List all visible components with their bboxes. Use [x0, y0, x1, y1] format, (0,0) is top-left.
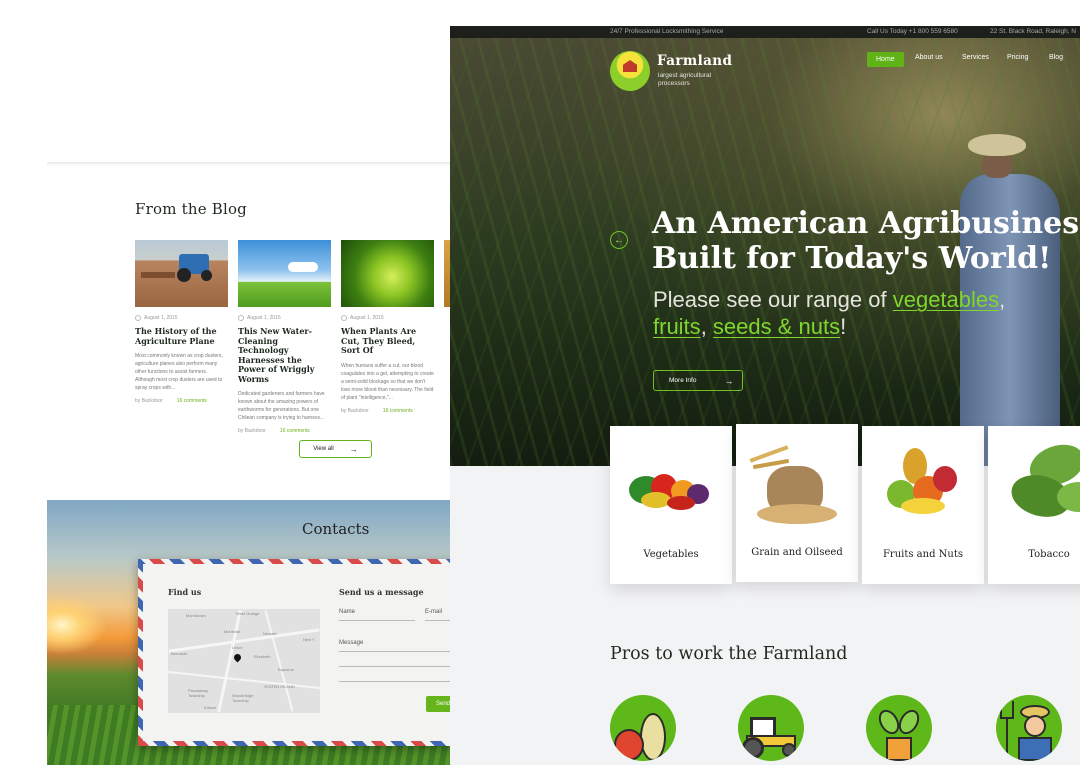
category-label: Grain and Oilseed: [751, 547, 843, 558]
message-field-line: [339, 681, 450, 682]
clock-icon: [135, 315, 141, 321]
farmland-homepage: 24/7 Professional Locksmithing Service C…: [450, 26, 1080, 765]
blog-post-card[interactable]: August 1, 2015 When Plants Are Cut, They…: [341, 240, 434, 414]
post-date: August 1, 2015: [341, 315, 434, 321]
name-field-label: Name: [339, 609, 356, 615]
green-field-image[interactable]: [238, 240, 331, 307]
tobacco-leaves-image: [999, 436, 1080, 531]
farmer-pitchfork-icon: [996, 695, 1062, 761]
fruits-link[interactable]: fruits: [653, 314, 701, 339]
fruits-image: [873, 436, 973, 531]
blog-section: From the Blog August 1, 2015 The History…: [47, 166, 450, 500]
message-field-line: [339, 666, 450, 667]
map-label: Newark: [263, 631, 277, 636]
category-label: Fruits and Nuts: [882, 549, 963, 560]
message-field-label: Message: [339, 640, 364, 646]
view-all-button[interactable]: View all →: [299, 440, 372, 458]
map-label: Montclair: [224, 629, 241, 634]
hero-heading: An American Agribusiness... Built for To…: [652, 206, 1080, 276]
post-date: August 1, 2015: [135, 315, 228, 321]
category-label: Vegetables: [643, 549, 699, 560]
airmail-envelope: Find us Send us a message Morristown Wes…: [138, 559, 450, 746]
post-author[interactable]: by Backdoor: [341, 408, 369, 414]
post-comments[interactable]: 16 comments: [383, 408, 413, 414]
address-text: 22 St. Black Road, Raleigh, N: [990, 28, 1076, 35]
vegetables-image: [621, 436, 721, 531]
top-info-bar: 24/7 Professional Locksmithing Service C…: [450, 26, 1080, 38]
category-card-tobacco[interactable]: Tobacco: [988, 426, 1080, 584]
location-map[interactable]: Morristown West Orange Montclair Newark …: [168, 609, 320, 713]
hero-banner: Farmland largest agricultural processors…: [450, 38, 1080, 466]
pear-apple-icon: [610, 695, 676, 761]
tractor-image[interactable]: [135, 240, 228, 307]
barn-icon: [623, 60, 637, 72]
send-button[interactable]: Send: [426, 696, 450, 712]
clock-icon: [238, 315, 244, 321]
category-card-vegetables[interactable]: Vegetables: [610, 426, 732, 584]
post-author[interactable]: by Backdoor: [238, 428, 266, 434]
map-label: Piscataway Township: [188, 688, 209, 698]
map-label: Woodbridge Township: [232, 693, 254, 703]
brand-name[interactable]: Farmland: [657, 53, 732, 69]
contacts-title: Contacts: [302, 520, 370, 538]
map-label: Edison: [204, 705, 217, 710]
pros-title: Pros to work the Farmland: [610, 644, 848, 664]
service-text: 24/7 Professional Locksmithing Service: [610, 28, 724, 35]
slider-prev-arrow-icon[interactable]: ←: [610, 231, 628, 249]
send-message-label: Send us a message: [339, 587, 424, 597]
sunset-glow: [47, 595, 107, 655]
post-date: August 1, 2015: [238, 315, 331, 321]
nav-pricing[interactable]: Pricing: [1007, 54, 1028, 61]
name-field[interactable]: [339, 620, 415, 621]
more-info-button[interactable]: More Info →: [653, 370, 743, 391]
post-comments[interactable]: 16 comments: [177, 398, 207, 404]
blog-title: From the Blog: [135, 200, 247, 218]
category-label: Tobacco: [1028, 549, 1070, 560]
blog-post-card[interactable]: August 1, 2015 The History of the Agricu…: [135, 240, 228, 404]
message-field[interactable]: [339, 651, 450, 652]
category-card-grain[interactable]: Grain and Oilseed: [736, 424, 858, 582]
brand-tagline: largest agricultural processors: [658, 72, 712, 87]
nav-blog[interactable]: Blog: [1049, 54, 1063, 61]
map-label: Morristown: [186, 613, 206, 618]
post-title-link[interactable]: When Plants Are Cut, They Bleed, Sort Of: [341, 326, 434, 356]
tractor-icon: [738, 695, 804, 761]
post-comments[interactable]: 16 comments: [280, 428, 310, 434]
blog-post-card[interactable]: August 1, 2015 This New Water-Cleaning T…: [238, 240, 331, 434]
post-title-link[interactable]: The History of the Agriculture Plane: [135, 326, 228, 346]
map-label: New Y: [303, 637, 315, 642]
arrow-right-icon: →: [724, 375, 734, 386]
arrow-right-icon: →: [349, 444, 358, 454]
map-label: STATEN ISLAND: [264, 684, 295, 689]
map-label: Bayonne: [278, 667, 294, 672]
potted-plant-icon: [866, 695, 932, 761]
map-label: Elizabeth: [254, 654, 271, 659]
map-label: Bernards: [171, 651, 188, 656]
find-us-label: Find us: [168, 587, 202, 597]
seeds-nuts-link[interactable]: seeds & nuts: [713, 314, 840, 339]
clock-icon: [341, 315, 347, 321]
farmland-logo[interactable]: [610, 51, 650, 91]
post-author[interactable]: by Backdoor: [135, 398, 163, 404]
map-pin-icon[interactable]: [232, 652, 243, 663]
email-field-label: E-mail: [425, 609, 443, 615]
phone-text[interactable]: Call Us Today +1 800 559 6580: [867, 28, 958, 35]
map-label: West Orange: [236, 611, 260, 616]
category-card-fruits[interactable]: Fruits and Nuts: [862, 426, 984, 584]
hero-subheading: Please see our range of vegetables, frui…: [653, 287, 1006, 339]
contacts-section: Contacts Find us Send us a message Morri…: [47, 500, 450, 765]
nav-services[interactable]: Services: [962, 54, 989, 61]
nav-about-us[interactable]: About us: [915, 54, 943, 61]
email-field[interactable]: [425, 620, 450, 621]
post-excerpt: Most commonly known as crop dusters, agr…: [135, 353, 223, 391]
map-label: Union: [232, 645, 243, 650]
post-title-link[interactable]: This New Water-Cleaning Technology Harne…: [238, 326, 331, 384]
grain-sack-image: [747, 434, 847, 529]
post-excerpt: When humans suffer a cut, our blood coag…: [341, 362, 434, 401]
vegetables-link[interactable]: vegetables: [893, 287, 999, 312]
nav-home[interactable]: Home: [867, 52, 904, 67]
plant-leaves-image[interactable]: [341, 240, 434, 307]
post-excerpt: Dedicated gardeners and farmers have kno…: [238, 391, 325, 421]
